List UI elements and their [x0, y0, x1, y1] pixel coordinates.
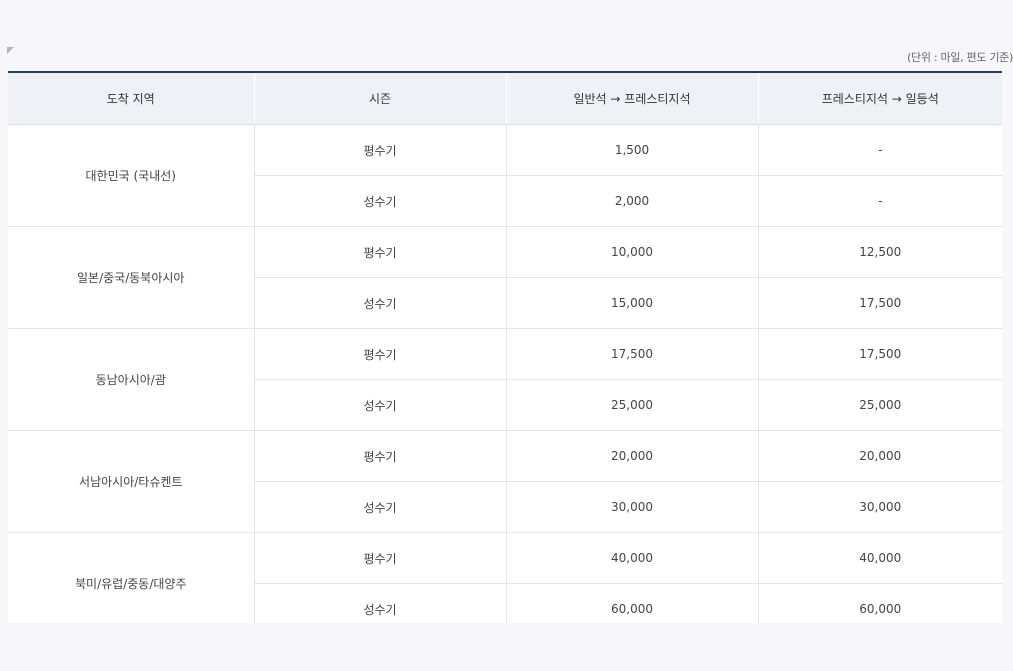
mileage-upgrade-table: 도착 지역 시즌 일반석 → 프레스티지석 프레스티지석 → 일등석 대한민국 … — [8, 71, 1002, 623]
economy-to-prestige-cell: 2,000 — [505, 175, 758, 227]
season-cell: 성수기 — [253, 175, 506, 227]
region-cell: 동남아시아/괌 — [8, 328, 254, 431]
prestige-to-first-cell: 17,500 — [757, 328, 1002, 380]
economy-to-prestige-cell: 15,000 — [505, 277, 758, 329]
prestige-to-first-cell: 17,500 — [757, 277, 1002, 329]
header-region: 도착 지역 — [8, 71, 254, 125]
header-season: 시즌 — [253, 71, 506, 125]
region-cell: 일본/중국/동북아시아 — [8, 226, 254, 329]
region-cell: 북미/유럽/중동/대양주 — [8, 532, 254, 623]
prestige-to-first-cell: 12,500 — [757, 226, 1002, 278]
season-cell: 성수기 — [253, 481, 506, 533]
season-cell: 평수기 — [253, 328, 506, 380]
prestige-to-first-cell: - — [757, 175, 1002, 227]
prestige-to-first-cell: 30,000 — [757, 481, 1002, 533]
economy-to-prestige-cell: 25,000 — [505, 379, 758, 431]
table-header: 도착 지역 시즌 일반석 → 프레스티지석 프레스티지석 → 일등석 — [8, 71, 1002, 125]
season-cell: 평수기 — [253, 430, 506, 482]
season-cell: 성수기 — [253, 277, 506, 329]
prestige-to-first-cell: 40,000 — [757, 532, 1002, 584]
region-cell: 대한민국 (국내선) — [8, 124, 254, 227]
prestige-to-first-cell: - — [757, 124, 1002, 176]
economy-to-prestige-cell: 17,500 — [505, 328, 758, 380]
table-row: 대한민국 (국내선) 평수기 1,500 - — [8, 124, 1002, 227]
region-cell: 서남아시아/타슈켄트 — [8, 430, 254, 533]
header-prestige-to-first: 프레스티지석 → 일등석 — [757, 71, 1002, 125]
economy-to-prestige-cell: 40,000 — [505, 532, 758, 584]
economy-to-prestige-cell: 30,000 — [505, 481, 758, 533]
unit-note: (단위 : 마일, 편도 기준) — [907, 51, 1013, 64]
season-cell: 평수기 — [253, 532, 506, 584]
table-row: 북미/유럽/중동/대양주 평수기 40,000 40,000 — [8, 532, 1002, 623]
season-cell: 성수기 — [253, 583, 506, 623]
economy-to-prestige-cell: 20,000 — [505, 430, 758, 482]
prestige-to-first-cell: 20,000 — [757, 430, 1002, 482]
season-cell: 평수기 — [253, 124, 506, 176]
table-row: 동남아시아/괌 평수기 17,500 17,500 — [8, 328, 1002, 431]
corner-marker-icon — [7, 47, 14, 54]
economy-to-prestige-cell: 60,000 — [505, 583, 758, 623]
table-row: 서남아시아/타슈켄트 평수기 20,000 20,000 — [8, 430, 1002, 533]
season-cell: 성수기 — [253, 379, 506, 431]
mileage-upgrade-table-container: 도착 지역 시즌 일반석 → 프레스티지석 프레스티지석 → 일등석 대한민국 … — [8, 71, 1002, 623]
economy-to-prestige-cell: 1,500 — [505, 124, 758, 176]
season-cell: 평수기 — [253, 226, 506, 278]
economy-to-prestige-cell: 10,000 — [505, 226, 758, 278]
prestige-to-first-cell: 60,000 — [757, 583, 1002, 623]
header-row: 도착 지역 시즌 일반석 → 프레스티지석 프레스티지석 → 일등석 — [8, 71, 1002, 125]
header-economy-to-prestige: 일반석 → 프레스티지석 — [505, 71, 758, 125]
page: (단위 : 마일, 편도 기준) 도착 지역 시즌 일반석 → 프레스티지석 프… — [0, 0, 1013, 671]
table-row: 일본/중국/동북아시아 평수기 10,000 12,500 — [8, 226, 1002, 329]
table-body: 대한민국 (국내선) 평수기 1,500 - 성수기 2,000 - 일본/중국… — [8, 124, 1002, 623]
prestige-to-first-cell: 25,000 — [757, 379, 1002, 431]
